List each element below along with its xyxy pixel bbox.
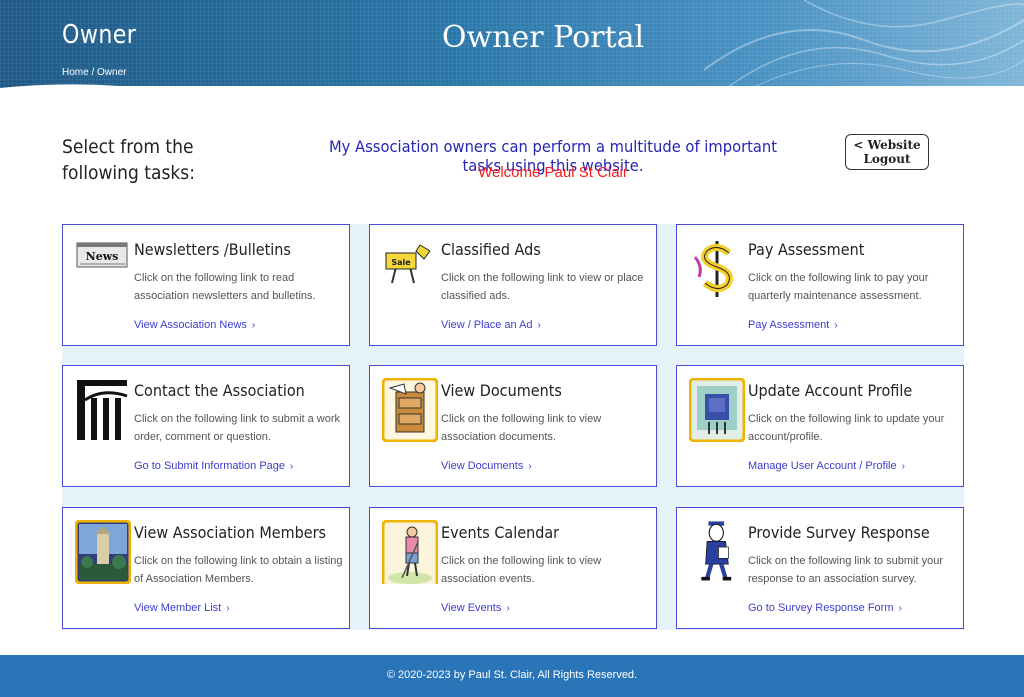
sale-sign-icon: Sale [385,244,431,284]
view-documents-link[interactable]: View Documents › [441,460,532,472]
chevron-right-icon: › [290,461,294,472]
card-title: Provide Survey Response [748,523,930,542]
page-header: Owner Home / Owner Owner Portal [0,0,1024,92]
chevron-right-icon: › [251,320,256,331]
breadcrumb-separator: / [91,67,95,78]
card-title: Update Account Profile [748,381,913,400]
portal-title: Owner Portal [441,20,645,55]
website-logout-button[interactable]: < Website Logout [845,134,929,170]
select-tasks-heading: Select from the following tasks: [62,136,195,184]
card-title: View Documents [441,381,562,400]
svg-text:Sale: Sale [391,258,411,267]
breadcrumb-home-link[interactable]: Home [62,67,89,78]
survey-man-icon [701,521,732,581]
chevron-right-icon: › [528,461,532,472]
survey-response-form-link[interactable]: Go to Survey Response Form › [748,602,902,614]
logout-line-1: < Website [853,138,921,152]
card-description: Click on the following link to update yo… [748,413,945,443]
dollar-sign-icon [693,241,733,297]
card-description: Click on the following link to read asso… [134,272,316,302]
card-description: Click on the following link to obtain a … [134,555,343,585]
submit-information-link[interactable]: Go to Submit Information Page › [134,460,293,472]
file-cabinet-icon [382,378,438,442]
logout-line-2: Logout [863,152,911,166]
view-events-link[interactable]: View Events › [441,602,510,614]
card-title: Events Calendar [441,523,560,542]
copyright-text: © 2020-2023 by Paul St. Clair, All Right… [386,669,638,681]
welcome-message: Welcome Paul St Clair [478,164,628,181]
card-description: Click on the following link to submit a … [134,413,341,443]
breadcrumb-current: Owner [97,67,127,78]
card-description: Click on the following link to view asso… [441,413,602,443]
task-card-newsletters: News Newsletters /Bulletins Click on the… [62,224,350,346]
card-title: View Association Members [134,523,327,542]
card-title: Contact the Association [134,381,305,400]
task-card-pay-assessment: Pay Assessment Click on the following li… [676,224,964,346]
card-description: Click on the following link to submit yo… [748,555,944,585]
card-title: Newsletters /Bulletins [134,240,291,259]
task-card-classified-ads: Sale Classified Ads Click on the followi… [369,224,657,346]
view-association-news-link[interactable]: View Association News › [134,319,255,331]
card-description: Click on the following link to pay your … [748,272,929,302]
chevron-right-icon: › [537,320,541,331]
card-description: Click on the following link to view asso… [441,555,602,585]
task-card-survey-response: Provide Survey Response Click on the fol… [676,507,964,629]
page-footer: © 2020-2023 by Paul St. Clair, All Right… [0,655,1024,697]
chevron-right-icon: › [898,603,902,614]
header-wave [0,84,1024,92]
card-title: Classified Ads [441,240,541,259]
card-description: Click on the following link to view or p… [441,272,644,302]
breadcrumb: Home / Owner [62,67,126,78]
svg-text:News: News [86,250,119,263]
chevron-right-icon: › [506,603,510,614]
card-title: Pay Assessment [748,240,865,259]
task-card-view-members: View Association Members Click on the fo… [62,507,350,629]
task-card-update-profile: Update Account Profile Click on the foll… [676,365,964,487]
newspaper-icon: News [76,242,128,268]
view-member-list-link[interactable]: View Member List › [134,602,230,614]
chevron-right-icon: › [226,603,230,614]
chevron-right-icon: › [901,461,905,472]
task-card-events-calendar: Events Calendar Click on the following l… [369,507,657,629]
golfer-icon [382,520,438,584]
task-card-view-documents: View Documents Click on the following li… [369,365,657,487]
view-place-ad-link[interactable]: View / Place an Ad › [441,319,541,331]
profile-icon [689,378,745,442]
chevron-right-icon: › [834,320,838,331]
building-icon [77,380,128,440]
pay-assessment-link[interactable]: Pay Assessment › [748,319,838,331]
task-card-contact-association: Contact the Association Click on the fol… [62,365,350,487]
tower-photo-icon [75,520,131,584]
manage-user-account-link[interactable]: Manage User Account / Profile › [748,460,905,472]
